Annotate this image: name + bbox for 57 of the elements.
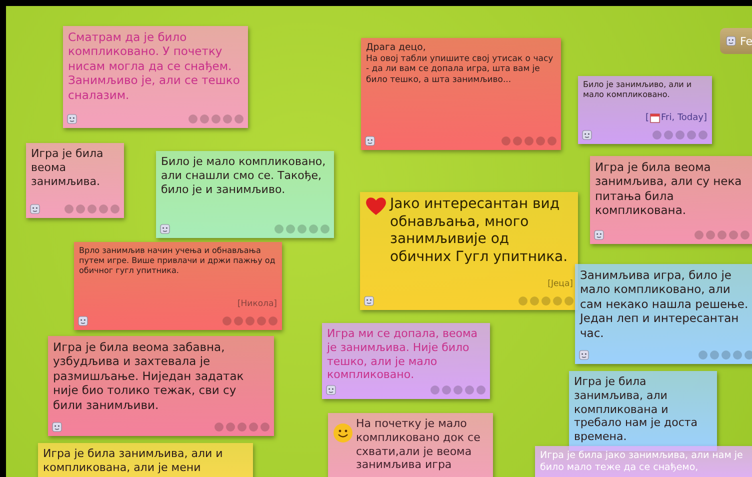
note-text: Игра је била занимљива, али компликована и требало нам је доста времена. bbox=[574, 375, 699, 444]
calendar-icon bbox=[650, 113, 660, 124]
face-icon bbox=[160, 224, 170, 234]
sticky-note[interactable]: Занимљива игра, било је мало компликовано, али сам некако нашла решење. Један леп и интересантан час. bbox=[575, 264, 752, 364]
sticky-note[interactable]: Игра је била веома забавна, узбудљива и захтевала је размишљање. Ниједан задатак није био толико тежак, сви су били занимљиви. bbox=[48, 336, 274, 436]
note-text: Игра је била веома занимљива, али су нека питања била компликована. bbox=[595, 160, 743, 218]
action-icons-drawing[interactable] bbox=[188, 114, 244, 124]
face-icon bbox=[326, 385, 336, 395]
smiley-icon bbox=[333, 423, 353, 443]
sticky-note[interactable]: Игра је била веома занимљива, али су нека питања била компликована. bbox=[590, 156, 752, 244]
face-icon bbox=[67, 114, 77, 124]
face-icon bbox=[726, 36, 736, 46]
face-icon bbox=[579, 350, 589, 360]
face-icon bbox=[52, 422, 62, 432]
note-text: Игра је била веома занимљива. bbox=[31, 147, 104, 188]
note-text: Сматрам да је било компликовано. У почетку нисам могла да се снађем. Занимљиво је, али се тешко сналазим. bbox=[68, 30, 241, 102]
note-text: Занимљива игра, било је мало компликовано, али сам некако нашла решење. Један леп и интересантан час. bbox=[580, 268, 750, 340]
action-icons-drawing[interactable] bbox=[501, 136, 557, 146]
face-icon bbox=[78, 316, 88, 326]
note-text: Врло занимљив начин учења и обнављања путем игре. Више привлачи и држи пажњу од обичног гугл упитника. bbox=[79, 246, 276, 276]
note-text: Игра је била занимљива, али и компликована, али је мени bbox=[43, 447, 224, 474]
face-icon bbox=[364, 296, 374, 306]
sticky-note[interactable]: Било је занимљиво, али и мало компликовано. [ Fri, Today] bbox=[578, 76, 712, 144]
action-icons-drawing[interactable] bbox=[430, 385, 486, 395]
action-icons-drawing[interactable] bbox=[64, 204, 120, 214]
note-date: Fri, Today] bbox=[661, 112, 707, 124]
note-text: Игра ми се допала, веома је занимљива. Није било тешко, али је мало компликовано. bbox=[327, 327, 479, 382]
note-text: Било је занимљиво, али и мало компликовано. bbox=[583, 80, 693, 100]
sticky-note[interactable]: На почетку је мало компликовано док се схвати,али је веома занимљива игра bbox=[328, 413, 493, 477]
action-icons-drawing[interactable] bbox=[222, 316, 278, 326]
sticky-note[interactable]: Врло занимљив начин учења и обнављања путем игре. Више привлачи и држи пажњу од обичног гугл упитника. [Никола] bbox=[74, 242, 282, 330]
face-icon bbox=[582, 130, 592, 140]
note-text: Игра је била веома забавна, узбудљива и захтевала је размишљање. Ниједан задатак није био толико тежак, сви су били занимљиви. bbox=[53, 340, 245, 412]
action-icons-drawing[interactable] bbox=[518, 296, 574, 306]
note-text: Јако интересантан вид обнављања, много занимљивије од обичних Гугл упитника. bbox=[390, 196, 569, 266]
note-signature: [Јеца] bbox=[548, 279, 573, 290]
sticky-note[interactable]: Игра је била веома занимљива. bbox=[26, 143, 124, 218]
action-icons-drawing[interactable] bbox=[698, 350, 752, 360]
note-text: На почетку је мало компликовано док се схвати,али је веома занимљива игра bbox=[356, 417, 482, 472]
sticky-note[interactable]: Драга децо, На овој табли упишите свој утисак о часу - да ли вам се допала игра, шта вам је било тешко, а шта занимљиво... bbox=[361, 38, 561, 150]
sticky-note[interactable]: Игра је била занимљива, али и компликована, али је мени bbox=[38, 443, 253, 477]
note-signature: [Никола] bbox=[237, 299, 277, 310]
heart-icon bbox=[365, 196, 387, 216]
note-text: Игра је била јако занимљива, али нам је било мало теже да се снађемо, bbox=[540, 450, 744, 474]
face-icon bbox=[30, 204, 40, 214]
face-icon bbox=[594, 230, 604, 240]
note-title: Драга децо, bbox=[366, 42, 427, 54]
action-icons-drawing[interactable] bbox=[652, 130, 708, 140]
sticky-note[interactable]: Било је мало компликовано, али снашли смо се. Такође, било је и занимљиво. bbox=[156, 151, 334, 238]
note-text: На овој табли упишите свој утисак о часу - да ли вам се допала игра, шта вам је било тешко, а шта занимљиво... bbox=[366, 54, 554, 86]
action-icons-drawing[interactable] bbox=[694, 230, 750, 240]
note-text: Било је мало компликовано, али снашли смо се. Такође, било је и занимљиво. bbox=[161, 155, 327, 196]
face-icon bbox=[365, 136, 375, 146]
date-bracket: [ bbox=[646, 112, 650, 124]
action-icons-drawing[interactable] bbox=[274, 224, 330, 234]
action-icons-drawing[interactable] bbox=[214, 422, 270, 432]
sticky-note[interactable]: Јако интересантан вид обнављања, много занимљивије од обичних Гугл упитника. [Јеца] bbox=[360, 192, 578, 310]
